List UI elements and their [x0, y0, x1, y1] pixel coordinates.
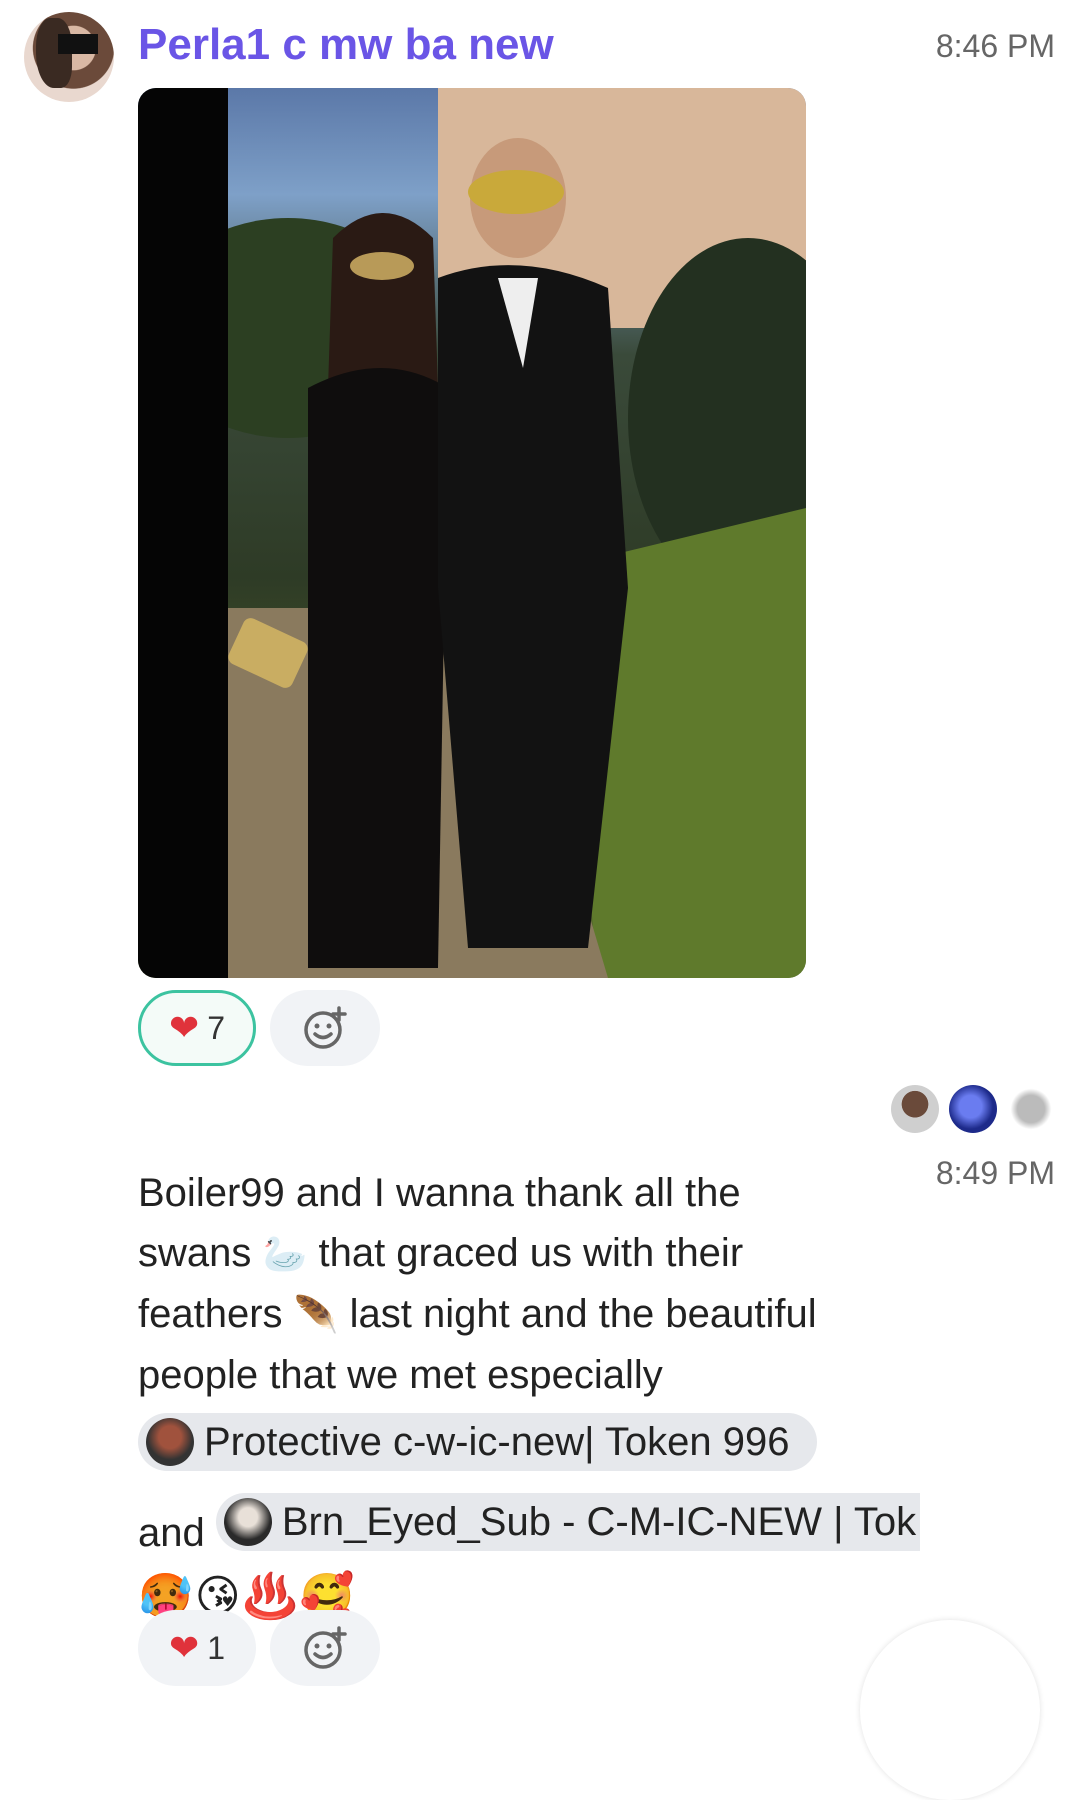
message-time: 8:46 PM — [935, 28, 1055, 64]
reader-avatar — [891, 1085, 939, 1133]
reaction-count: 1 — [207, 1629, 225, 1666]
heart-icon: ❤ — [169, 1627, 200, 1668]
message-photo[interactable] — [138, 88, 806, 978]
feather-icon: 🪶 — [293, 1294, 339, 1335]
add-reaction-button[interactable] — [270, 1610, 380, 1686]
message-text: Boiler99 and I wanna thank all the swans… — [138, 1163, 921, 1627]
reader-avatar — [1007, 1085, 1055, 1133]
and-text: and — [138, 1511, 205, 1555]
add-emoji-icon — [304, 1006, 347, 1049]
reaction-heart-button[interactable]: ❤ 7 — [138, 990, 256, 1066]
swan-icon: 🦢 — [262, 1233, 308, 1274]
sender-avatar[interactable] — [24, 12, 114, 102]
user-mention[interactable]: Brn_Eyed_Sub - C-M-IC-NEW | Tok — [215, 1493, 921, 1551]
heart-icon: ❤ — [169, 1007, 200, 1048]
message-time: 8:49 PM — [935, 1155, 1055, 1191]
mention-avatar — [223, 1498, 272, 1546]
message-line: Boiler99 and I wanna thank all the — [138, 1171, 741, 1215]
sender-name[interactable]: Perla1 c mw ba new — [138, 20, 554, 70]
reaction-count: 7 — [207, 1009, 225, 1046]
floating-action-button[interactable] — [860, 1620, 1040, 1800]
message-line: swans 🦢 that graced us with their — [138, 1231, 744, 1275]
message-line: feathers 🪶 last night and the beautiful — [138, 1292, 817, 1336]
message-line: people that we met especially — [138, 1353, 663, 1397]
read-receipts[interactable] — [891, 1085, 1055, 1133]
emoji-row: 🥵😘♨️🥰 — [138, 1572, 357, 1621]
censor-bar — [58, 34, 98, 54]
mention-avatar — [146, 1418, 194, 1466]
reader-avatar — [949, 1085, 997, 1133]
user-mention[interactable]: Protective c-w-ic-new| Token 996 — [138, 1413, 818, 1471]
reaction-heart-button[interactable]: ❤ 1 — [138, 1610, 256, 1686]
add-emoji-icon — [304, 1626, 347, 1669]
add-reaction-button[interactable] — [270, 990, 380, 1066]
